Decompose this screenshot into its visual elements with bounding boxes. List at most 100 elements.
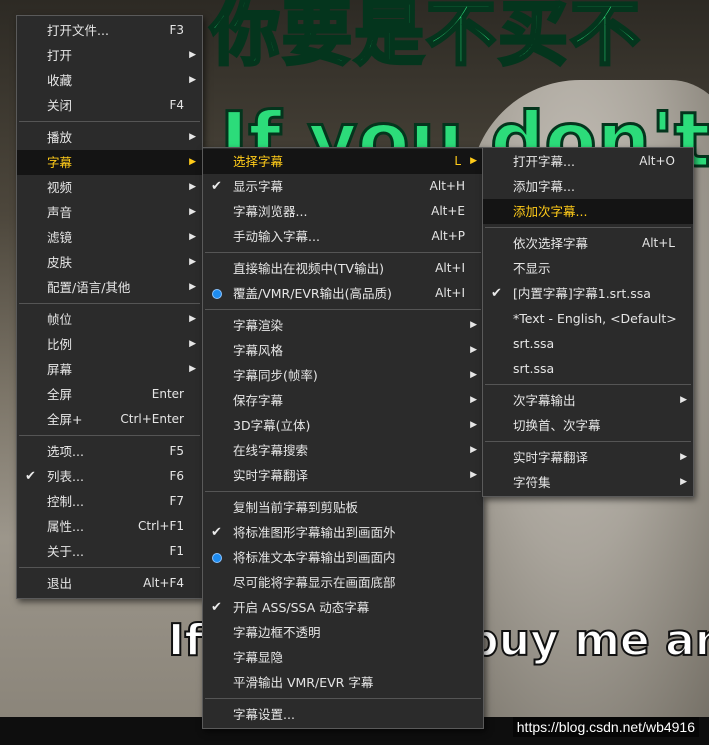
main-menu-item-7[interactable]: 视频 ▶: [17, 175, 202, 200]
subtitle-menu-item-13[interactable]: 在线字幕搜索 ▶: [203, 438, 483, 463]
main-menu-item-16[interactable]: 全屏 Enter: [17, 382, 202, 407]
select-subtitle-menu-item-5[interactable]: 不显示: [483, 256, 693, 281]
main-menu-item-14[interactable]: 比例 ▶: [17, 332, 202, 357]
subtitle-menu-item-16[interactable]: 复制当前字幕到剪贴板: [203, 495, 483, 520]
select-subtitle-menu-item-15[interactable]: 字符集 ▶: [483, 470, 693, 495]
main-menu-item-20[interactable]: ✔ 列表... F6: [17, 464, 202, 489]
subtitle-menu-item-19[interactable]: 尽可能将字幕显示在画面底部: [203, 570, 483, 595]
submenu-arrow-icon: ▶: [680, 477, 687, 487]
subtitle-menu-item-label: 字幕同步(帧率): [233, 368, 318, 383]
select-subtitle-menu-item-7[interactable]: *Text - English, <Default>: [483, 306, 693, 331]
subtitle-menu-item-label: 将标准文本字幕输出到画面内: [233, 550, 396, 565]
select-subtitle-menu-item-2[interactable]: 添加次字幕...: [483, 199, 693, 224]
main-menu-item-shortcut: F7: [169, 494, 184, 508]
main-menu-separator: [19, 567, 200, 568]
select-subtitle-menu-item-9[interactable]: srt.ssa: [483, 356, 693, 381]
submenu-arrow-icon: ▶: [680, 452, 687, 462]
submenu-arrow-icon: ▶: [189, 282, 196, 292]
main-menu-item-5[interactable]: 播放 ▶: [17, 125, 202, 150]
main-menu-item-1[interactable]: 打开 ▶: [17, 43, 202, 68]
main-menu-item-25[interactable]: 退出 Alt+F4: [17, 571, 202, 596]
main-menu-item-6[interactable]: 字幕 ▶: [17, 150, 202, 175]
main-menu-item-13[interactable]: 帧位 ▶: [17, 307, 202, 332]
main-menu-item-15[interactable]: 屏幕 ▶: [17, 357, 202, 382]
main-menu-item-label: 全屏+: [47, 412, 83, 427]
select-subtitle-menu-item-6[interactable]: ✔ [内置字幕]字幕1.srt.ssa: [483, 281, 693, 306]
select-subtitle-menu-item-1[interactable]: 添加字幕...: [483, 174, 693, 199]
main-menu-item-shortcut: Ctrl+Enter: [120, 412, 184, 426]
subtitle-menu-item-9[interactable]: 字幕风格 ▶: [203, 338, 483, 363]
subtitle-menu-item-2[interactable]: 字幕浏览器... Alt+E: [203, 199, 483, 224]
main-menu-item-10[interactable]: 皮肤 ▶: [17, 250, 202, 275]
subtitle-menu-item-label: 字幕渲染: [233, 318, 284, 333]
submenu-arrow-icon: ▶: [470, 470, 477, 480]
main-menu-item-21[interactable]: 控制... F7: [17, 489, 202, 514]
select-subtitle-menu-item-11[interactable]: 次字幕输出 ▶: [483, 388, 693, 413]
select-subtitle-menu-item-4[interactable]: 依次选择字幕 Alt+L: [483, 231, 693, 256]
main-menu-item-shortcut: Enter: [151, 387, 184, 401]
subtitle-menu-item-shortcut: Alt+P: [431, 229, 465, 243]
subtitle-menu-item-25[interactable]: 字幕设置...: [203, 702, 483, 727]
subtitle-menu-separator: [205, 309, 481, 310]
main-menu-item-shortcut: F6: [169, 469, 184, 483]
select-subtitle-menu-item-14[interactable]: 实时字幕翻译 ▶: [483, 445, 693, 470]
subtitle-menu-item-label: 开启 ASS/SSA 动态字幕: [233, 600, 370, 615]
subtitle-menu-item-18[interactable]: 将标准文本字幕输出到画面内: [203, 545, 483, 570]
submenu-arrow-icon: ▶: [189, 157, 196, 167]
main-menu-item-shortcut: F1: [169, 544, 184, 558]
main-menu-item-22[interactable]: 属性... Ctrl+F1: [17, 514, 202, 539]
main-menu-item-3[interactable]: 关闭 F4: [17, 93, 202, 118]
main-menu-item-17[interactable]: 全屏+ Ctrl+Enter: [17, 407, 202, 432]
subtitle-menu-item-1[interactable]: ✔ 显示字幕 Alt+H: [203, 174, 483, 199]
subtitle-menu-item-5[interactable]: 直接输出在视频中(TV输出) Alt+I: [203, 256, 483, 281]
main-menu-item-2[interactable]: 收藏 ▶: [17, 68, 202, 93]
subtitle-menu-item-label: 直接输出在视频中(TV输出): [233, 261, 384, 276]
main-menu-item-23[interactable]: 关于... F1: [17, 539, 202, 564]
main-menu-item-label: 控制...: [47, 494, 84, 509]
subtitle-menu-item-21[interactable]: 字幕边框不透明: [203, 620, 483, 645]
select-subtitle-menu-item-0[interactable]: 打开字幕... Alt+O: [483, 149, 693, 174]
subtitle-menu-item-label: 显示字幕: [233, 179, 284, 194]
main-menu-item-19[interactable]: 选项... F5: [17, 439, 202, 464]
subtitle-menu-item-shortcut: Alt+E: [431, 204, 465, 218]
subtitle-menu-item-22[interactable]: 字幕显隐: [203, 645, 483, 670]
subtitle-menu-item-23[interactable]: 平滑输出 VMR/EVR 字幕: [203, 670, 483, 695]
main-menu-item-shortcut: F5: [169, 444, 184, 458]
select-subtitle-menu-item-8[interactable]: srt.ssa: [483, 331, 693, 356]
subtitle-menu-item-shortcut: Alt+I: [435, 261, 465, 275]
subtitle-menu-item-3[interactable]: 手动输入字幕... Alt+P: [203, 224, 483, 249]
main-menu-separator: [19, 435, 200, 436]
main-menu-item-9[interactable]: 滤镜 ▶: [17, 225, 202, 250]
main-menu-item-11[interactable]: 配置/语言/其他 ▶: [17, 275, 202, 300]
main-menu-item-8[interactable]: 声音 ▶: [17, 200, 202, 225]
submenu-arrow-icon: ▶: [189, 364, 196, 374]
main-menu-item-label: 视频: [47, 180, 73, 195]
submenu-arrow-icon: ▶: [189, 50, 196, 60]
subtitle-menu-item-label: 覆盖/VMR/EVR输出(高品质): [233, 286, 392, 301]
select-subtitle-menu-item-12[interactable]: 切换首、次字幕: [483, 413, 693, 438]
select-subtitle-menu-item-label: 添加次字幕...: [513, 204, 588, 219]
submenu-arrow-icon: ▶: [189, 232, 196, 242]
submenu-arrow-icon: ▶: [470, 345, 477, 355]
main-menu-item-label: 比例: [47, 337, 73, 352]
main-menu-item-label: 关于...: [47, 544, 84, 559]
subtitle-menu-item-14[interactable]: 实时字幕翻译 ▶: [203, 463, 483, 488]
subtitle-menu-item-10[interactable]: 字幕同步(帧率) ▶: [203, 363, 483, 388]
subtitle-menu-item-17[interactable]: ✔ 将标准图形字幕输出到画面外: [203, 520, 483, 545]
subtitle-menu-item-11[interactable]: 保存字幕 ▶: [203, 388, 483, 413]
main-menu-item-label: 屏幕: [47, 362, 73, 377]
main-menu-separator: [19, 121, 200, 122]
main-menu-item-0[interactable]: 打开文件... F3: [17, 18, 202, 43]
subtitle-menu-item-6[interactable]: 覆盖/VMR/EVR输出(高品质) Alt+I: [203, 281, 483, 306]
subtitle-menu-item-20[interactable]: ✔ 开启 ASS/SSA 动态字幕: [203, 595, 483, 620]
subtitle-menu-item-0[interactable]: 选择字幕 L ▶: [203, 149, 483, 174]
checkmark-icon: ✔: [25, 469, 36, 484]
watermark-url: https://blog.csdn.net/wb4916: [512, 717, 699, 737]
subtitle-menu-item-12[interactable]: 3D字幕(立体) ▶: [203, 413, 483, 438]
main-menu-item-label: 声音: [47, 205, 73, 220]
subtitle-menu-item-8[interactable]: 字幕渲染 ▶: [203, 313, 483, 338]
subtitle-menu-item-label: 3D字幕(立体): [233, 418, 311, 433]
context-menu-select-subtitle: 打开字幕... Alt+O 添加字幕... 添加次字幕... 依次选择字幕 Alt+L 不显…: [482, 147, 694, 497]
main-menu-item-label: 皮肤: [47, 255, 73, 270]
main-menu-item-label: 全屏: [47, 387, 73, 402]
